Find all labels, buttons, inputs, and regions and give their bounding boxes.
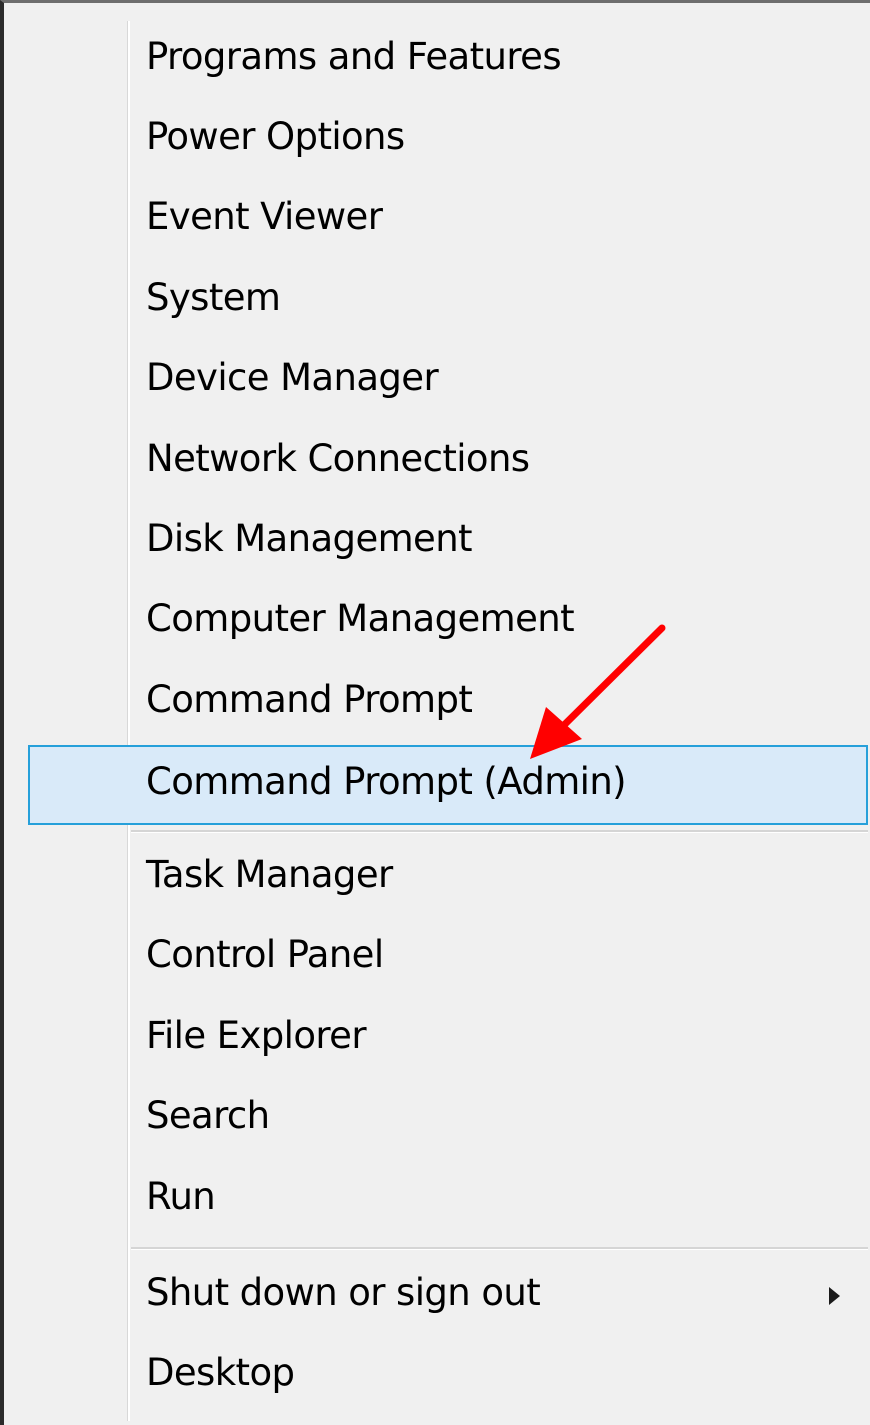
menu-item-disk-management-label: Disk Management	[146, 517, 473, 560]
menu-separator	[131, 1247, 868, 1250]
menu-item-network-connections[interactable]: Network Connections	[12, 423, 870, 503]
menu-item-command-prompt-admin[interactable]: Command Prompt (Admin)	[28, 745, 868, 825]
menu-item-programs-and-features[interactable]: Programs and Features	[12, 21, 870, 101]
menu-item-command-prompt[interactable]: Command Prompt	[12, 664, 870, 744]
menu-item-power-options-label: Power Options	[146, 115, 405, 158]
menu-item-system[interactable]: System	[12, 262, 870, 342]
menu-item-system-label: System	[146, 276, 281, 319]
menu-item-event-viewer-label: Event Viewer	[146, 195, 383, 238]
menu-item-device-manager-label: Device Manager	[146, 356, 439, 399]
menu-item-task-manager[interactable]: Task Manager	[12, 839, 870, 919]
menu-item-command-prompt-admin-label: Command Prompt (Admin)	[146, 760, 627, 803]
chevron-right-icon	[829, 1287, 840, 1305]
menu-item-power-options[interactable]: Power Options	[12, 101, 870, 181]
menu-item-search-label: Search	[146, 1094, 270, 1137]
winx-context-menu: Programs and Features Power Options Event …	[0, 0, 870, 1425]
menu-item-control-panel[interactable]: Control Panel	[12, 919, 870, 999]
menu-item-control-panel-label: Control Panel	[146, 933, 384, 976]
menu-item-desktop[interactable]: Desktop	[12, 1337, 870, 1417]
menu-item-run[interactable]: Run	[12, 1161, 870, 1241]
menu-item-run-label: Run	[146, 1175, 216, 1218]
menu-item-shut-down-label: Shut down or sign out	[146, 1271, 541, 1314]
menu-item-command-prompt-label: Command Prompt	[146, 678, 473, 721]
menu-item-programs-and-features-label: Programs and Features	[146, 35, 562, 78]
menu-item-file-explorer-label: File Explorer	[146, 1014, 367, 1057]
menu-item-device-manager[interactable]: Device Manager	[12, 342, 870, 422]
menu-item-computer-management[interactable]: Computer Management	[12, 583, 870, 663]
menu-item-disk-management[interactable]: Disk Management	[12, 503, 870, 583]
menu-item-event-viewer[interactable]: Event Viewer	[12, 181, 870, 261]
menu-separator	[131, 830, 868, 833]
menu-item-file-explorer[interactable]: File Explorer	[12, 1000, 870, 1080]
menu-item-task-manager-label: Task Manager	[146, 853, 393, 896]
menu-item-desktop-label: Desktop	[146, 1351, 295, 1394]
menu-item-network-connections-label: Network Connections	[146, 437, 530, 480]
menu-item-search[interactable]: Search	[12, 1080, 870, 1160]
menu-item-shut-down[interactable]: Shut down or sign out	[12, 1257, 870, 1337]
menu-item-computer-management-label: Computer Management	[146, 597, 575, 640]
